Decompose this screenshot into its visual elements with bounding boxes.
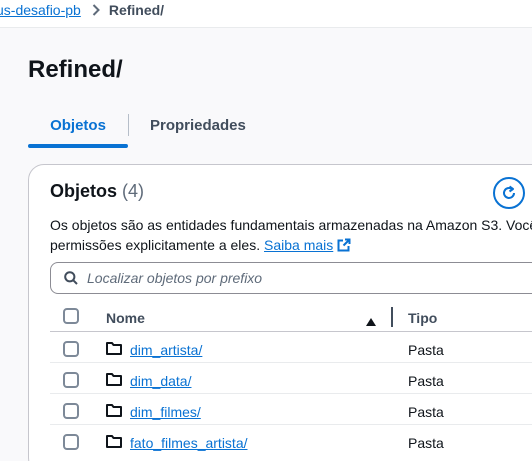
tab-divider	[128, 114, 129, 136]
folder-link[interactable]: dim_artista/	[130, 342, 202, 358]
external-link-icon	[337, 237, 351, 257]
row-type: Pasta	[408, 435, 444, 451]
row-type: Pasta	[408, 404, 444, 420]
table-row: dim_artista/ Pasta	[50, 332, 532, 363]
row-type: Pasta	[408, 373, 444, 389]
objects-count: (4)	[122, 181, 145, 201]
breadcrumb-current: Refined/	[108, 2, 165, 18]
tab-list: Objetos Propriedades	[28, 106, 532, 148]
row-checkbox[interactable]	[63, 372, 79, 388]
folder-link[interactable]: dim_data/	[130, 373, 191, 389]
row-checkbox[interactable]	[63, 434, 79, 450]
row-checkbox[interactable]	[63, 403, 79, 419]
objects-table: Nome Tipo dim_artista/ Pasta dim_data/ P…	[50, 302, 532, 456]
row-type: Pasta	[408, 342, 444, 358]
folder-link[interactable]: fato_filmes_artista/	[130, 435, 248, 451]
folder-icon	[106, 372, 122, 389]
sort-ascending-icon[interactable]	[366, 313, 376, 329]
column-header-type[interactable]: Tipo	[408, 310, 437, 326]
table-row: fato_filmes_artista/ Pasta	[50, 425, 532, 456]
tab-properties[interactable]: Propriedades	[150, 106, 246, 144]
column-resize-handle[interactable]	[391, 307, 393, 327]
folder-icon	[106, 403, 122, 420]
breadcrumb-bucket-link[interactable]: us-desafio-pb	[0, 2, 81, 18]
select-all-checkbox[interactable]	[63, 308, 79, 324]
row-checkbox[interactable]	[63, 341, 79, 357]
tab-properties-label: Propriedades	[150, 116, 246, 134]
page-title: Refined/	[28, 56, 123, 83]
folder-link[interactable]: dim_filmes/	[130, 404, 201, 420]
folder-icon	[106, 341, 122, 358]
folder-icon	[106, 434, 122, 451]
table-row: dim_filmes/ Pasta	[50, 394, 532, 425]
refresh-button[interactable]	[493, 177, 525, 209]
table-header: Nome Tipo	[50, 302, 532, 332]
refresh-icon	[501, 185, 517, 201]
learn-more-link[interactable]: Saiba mais	[264, 237, 333, 253]
breadcrumb: us-desafio-pb Refined/	[0, 0, 532, 28]
tab-objects[interactable]: Objetos	[28, 106, 128, 148]
chevron-right-icon	[92, 2, 100, 18]
table-row: dim_data/ Pasta	[50, 363, 532, 394]
search-icon	[64, 271, 78, 285]
search-input[interactable]	[87, 270, 507, 286]
tab-objects-label: Objetos	[50, 116, 106, 134]
objects-heading: Objetos	[50, 181, 118, 201]
objects-panel-title: Objetos (4)	[50, 181, 144, 202]
description-line-1: Os objetos são as entidades fundamentais…	[50, 217, 532, 233]
search-field[interactable]	[50, 262, 532, 294]
objects-panel: Objetos (4) Os objetos são as entidades …	[28, 164, 532, 461]
column-header-name[interactable]: Nome	[106, 310, 145, 326]
description-line-2: permissões explicitamente a eles.	[50, 237, 261, 253]
objects-description: Os objetos são as entidades fundamentais…	[50, 215, 532, 257]
active-tab-indicator	[28, 144, 128, 148]
